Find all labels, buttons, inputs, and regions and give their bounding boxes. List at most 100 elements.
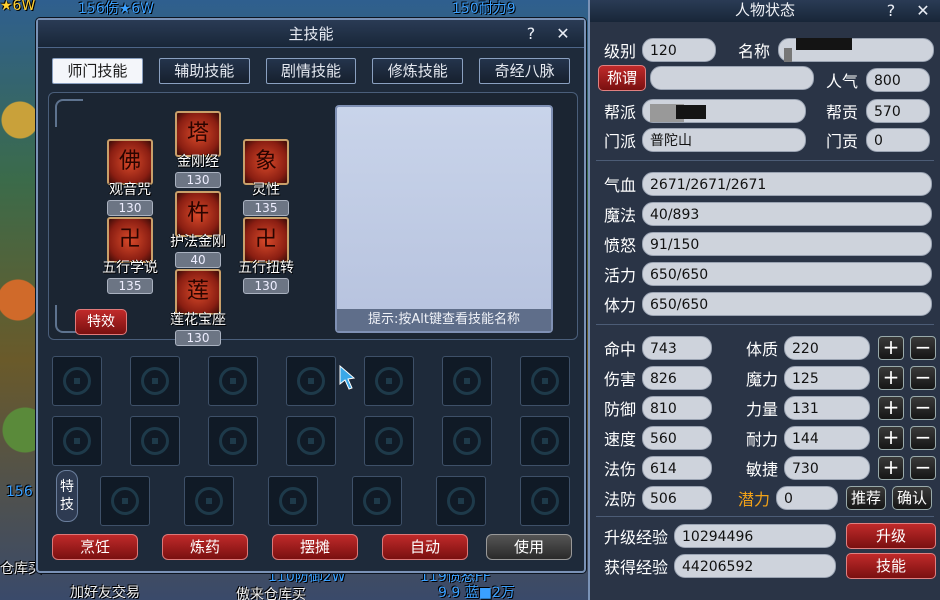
skill-slot[interactable]: [52, 416, 102, 466]
skill-slot[interactable]: [442, 416, 492, 466]
attribute-value: 131: [784, 396, 871, 420]
cooking-button[interactable]: 烹饪: [52, 534, 138, 560]
special-skill-slot[interactable]: [268, 476, 318, 526]
status-window-titlebar[interactable]: 人物状态 ? ✕: [590, 0, 940, 22]
minus-button[interactable]: −: [910, 456, 936, 480]
scene-text: 156伤★6W: [78, 1, 155, 17]
skill-slot[interactable]: [364, 416, 414, 466]
special-skill-slot[interactable]: [100, 476, 150, 526]
minus-button[interactable]: −: [910, 396, 936, 420]
slot-ornament-icon: [63, 367, 91, 395]
skill-slot[interactable]: [286, 356, 336, 406]
close-button[interactable]: ✕: [552, 23, 574, 45]
minus-button[interactable]: −: [910, 336, 936, 360]
school-contrib-label: 门贡: [826, 132, 859, 151]
plus-button[interactable]: +: [878, 336, 904, 360]
vital-label: 气血: [604, 176, 637, 195]
attribute-label: 魔力: [746, 370, 779, 389]
effect-button[interactable]: 特效: [75, 309, 127, 335]
gained-exp-value: 44206592: [674, 554, 837, 578]
skill-level: 135: [243, 200, 289, 216]
skill-slot[interactable]: [52, 356, 102, 406]
skill-slot[interactable]: [520, 416, 570, 466]
recommend-button[interactable]: 推荐: [846, 486, 886, 510]
upgrade-button[interactable]: 升级: [846, 523, 936, 549]
slot-ornament-icon: [297, 427, 325, 455]
combat-row: 伤害 826: [604, 366, 713, 390]
vital-label: 愤怒: [604, 236, 637, 255]
school-contrib-row: 门贡 0: [826, 128, 931, 152]
stat-label: 速度: [604, 430, 637, 449]
vital-value: 91/150: [642, 232, 933, 256]
slot-ornament-icon: [195, 487, 223, 515]
special-skill-slot[interactable]: [352, 476, 402, 526]
alchemy-button[interactable]: 炼药: [162, 534, 248, 560]
slot-ornament-icon: [141, 367, 169, 395]
auto-button[interactable]: 自动: [382, 534, 468, 560]
minus-button[interactable]: −: [910, 366, 936, 390]
vital-value: 650/650: [642, 292, 933, 316]
skill-slot[interactable]: [520, 356, 570, 406]
stall-button[interactable]: 摆摊: [272, 534, 358, 560]
slot-ornament-icon: [279, 487, 307, 515]
attribute-row: 敏捷 730: [746, 456, 871, 480]
special-skill-slot[interactable]: [520, 476, 570, 526]
attribute-label: 耐力: [746, 430, 779, 449]
title-button[interactable]: 称谓: [598, 65, 646, 91]
special-skill-slot[interactable]: [436, 476, 486, 526]
slot-ornament-icon: [531, 427, 559, 455]
tab-school-skills[interactable]: 师门技能: [52, 58, 143, 84]
redaction-mark: [796, 38, 852, 50]
stat-value: 614: [642, 456, 713, 480]
skill-slot[interactable]: [286, 416, 336, 466]
skill-slot[interactable]: [364, 356, 414, 406]
scene-text: ★6W: [0, 0, 36, 14]
minus-button[interactable]: −: [910, 426, 936, 450]
skill-slot[interactable]: [208, 416, 258, 466]
skill-lianhuabaozuo[interactable]: 莲 莲花宝座 130: [163, 269, 233, 346]
skill-name: 灵性: [252, 182, 280, 198]
tab-story-skills[interactable]: 剧情技能: [265, 58, 357, 84]
level-row: 级别 120: [604, 38, 717, 62]
skill-info-box: 提示:按Alt键查看技能名称: [335, 105, 553, 333]
skill-name: 金刚经: [177, 154, 219, 170]
special-skill-slot[interactable]: [184, 476, 234, 526]
skill-slot[interactable]: [208, 356, 258, 406]
skill-hufajingang[interactable]: 杵 护法金刚 40: [163, 191, 233, 268]
plus-button[interactable]: +: [878, 456, 904, 480]
redaction-mark: [784, 48, 792, 62]
use-button[interactable]: 使用: [486, 534, 572, 560]
close-button[interactable]: ✕: [912, 0, 934, 22]
attribute-value: 125: [784, 366, 871, 390]
help-button[interactable]: ?: [520, 23, 542, 45]
skill-lingxing[interactable]: 象 灵性 135: [231, 139, 301, 216]
skill-slot[interactable]: [130, 416, 180, 466]
plus-button[interactable]: +: [878, 426, 904, 450]
skill-name: 观音咒: [109, 182, 151, 198]
bottom-action-bar: 烹饪 炼药 摆摊 自动 使用: [52, 534, 574, 562]
slot-ornament-icon: [363, 487, 391, 515]
tab-cultivation-skills[interactable]: 修炼技能: [372, 58, 464, 84]
plus-button[interactable]: +: [878, 366, 904, 390]
level-value: 120: [642, 38, 717, 62]
skill-window-titlebar[interactable]: 主技能 ? ✕: [38, 20, 584, 48]
skill-wuxingxueshuo[interactable]: 卍 五行学说 135: [95, 217, 165, 294]
skill-wuxingniuzhuan[interactable]: 卍 五行扭转 130: [231, 217, 301, 294]
confirm-button[interactable]: 确认: [892, 486, 932, 510]
scene-text: 傲来仓库买: [236, 587, 306, 600]
skill-slot[interactable]: [130, 356, 180, 406]
skill-jingangjing[interactable]: 塔 金刚经 130: [163, 111, 233, 188]
title-row: 称谓: [598, 65, 814, 91]
tab-meridians[interactable]: 奇经八脉: [479, 58, 570, 84]
skill-level: 130: [107, 200, 153, 216]
attribute-row: 力量 131: [746, 396, 871, 420]
help-button[interactable]: ?: [880, 0, 902, 22]
skill-guanyinzhou[interactable]: 佛 观音咒 130: [95, 139, 165, 216]
slot-ornament-icon: [111, 487, 139, 515]
vital-row-rage: 愤怒 91/150: [604, 232, 933, 256]
skill-slot[interactable]: [442, 356, 492, 406]
tab-auxiliary-skills[interactable]: 辅助技能: [158, 58, 250, 84]
plus-button[interactable]: +: [878, 396, 904, 420]
skills-button[interactable]: 技能: [846, 553, 936, 579]
skill-name: 五行学说: [102, 260, 158, 276]
